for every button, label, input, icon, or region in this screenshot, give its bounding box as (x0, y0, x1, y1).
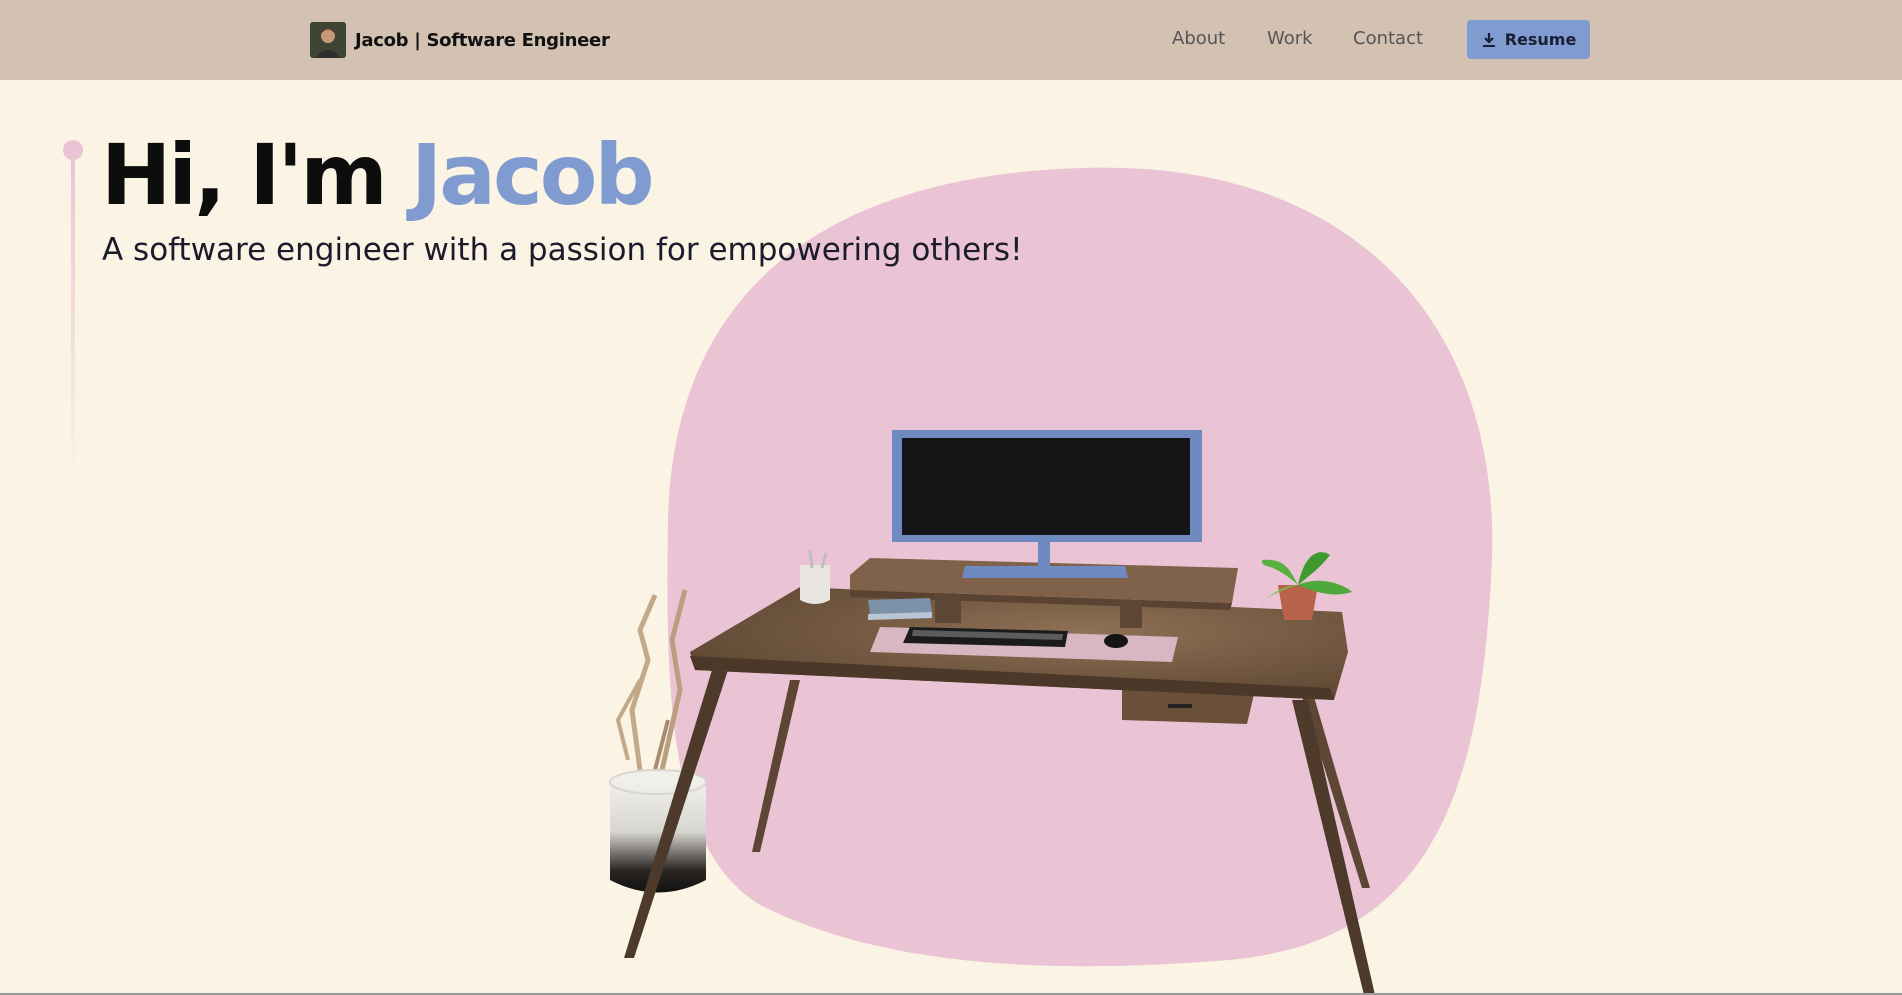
monitor-stand (1038, 542, 1050, 570)
nav-link-work[interactable]: Work (1267, 28, 1313, 49)
potted-plant (1260, 552, 1352, 620)
books (868, 598, 932, 614)
monitor-frame (892, 430, 1202, 542)
keyboard (903, 627, 1068, 647)
resume-label: Resume (1504, 30, 1577, 49)
hero-title: Hi, I'm Jacob (101, 125, 655, 225)
monitor-screen (902, 438, 1190, 535)
brand-name: Jacob | Software Engineer (355, 29, 610, 51)
desk-leg (624, 670, 728, 958)
branch-plant (609, 589, 707, 893)
hero-name: Jacob (411, 126, 655, 224)
download-icon (1482, 32, 1495, 47)
desk-leg (1300, 690, 1370, 888)
hero-subtitle: A software engineer with a passion for e… (102, 232, 1023, 268)
monitor-shelf (850, 558, 1238, 603)
desk-mat (870, 627, 1178, 662)
desk-leg (752, 680, 800, 852)
resume-button[interactable]: Resume (1467, 20, 1590, 59)
nav-link-about[interactable]: About (1172, 28, 1225, 49)
nav-link-contact[interactable]: Contact (1353, 28, 1423, 49)
desk-leg (1292, 700, 1375, 995)
desk-top (690, 587, 1348, 700)
timeline-line (71, 155, 75, 485)
brand-logo-link[interactable]: Jacob | Software Engineer (310, 22, 610, 58)
avatar (310, 22, 346, 58)
top-navbar: Jacob | Software Engineer About Work Con… (0, 0, 1902, 80)
hero-greeting: Hi, I'm (101, 126, 411, 224)
mouse (1104, 634, 1128, 648)
desk-drawer (1122, 690, 1255, 724)
pink-blob (667, 167, 1493, 967)
